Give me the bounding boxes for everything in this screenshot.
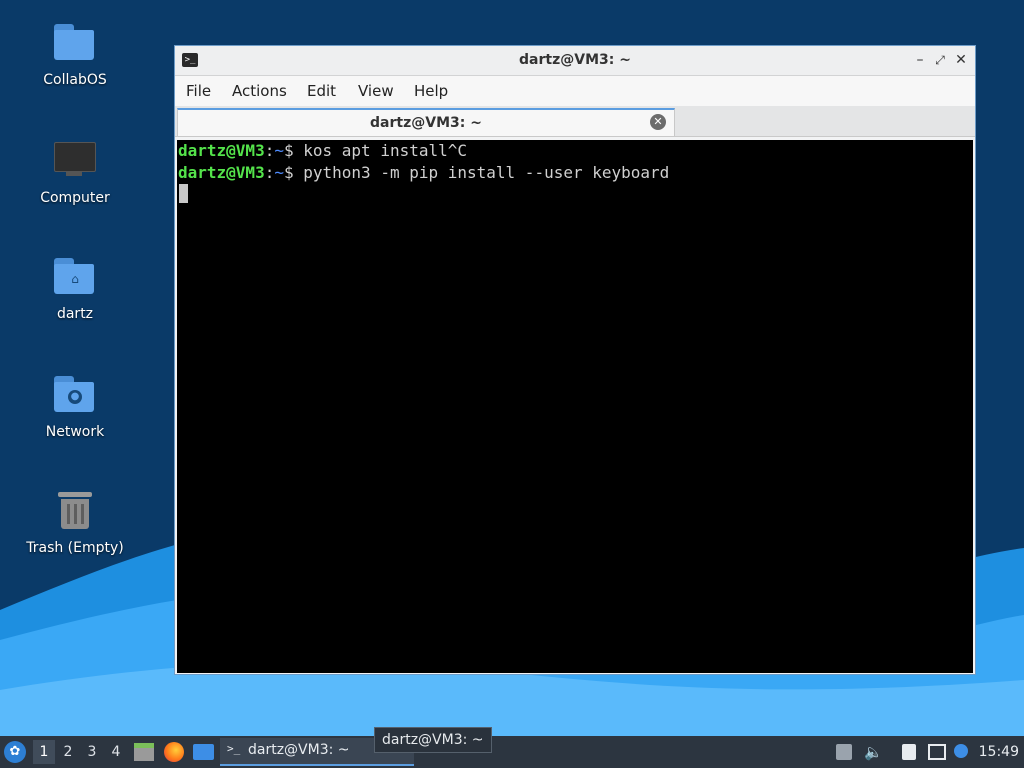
prompt-user: dartz@VM3 xyxy=(178,141,265,160)
command-text: python3 -m pip install --user keyboard xyxy=(303,163,670,182)
desktop-icon-label: Network xyxy=(45,424,105,440)
close-button[interactable]: ✕ xyxy=(952,51,970,69)
prompt-separator: : xyxy=(264,163,275,182)
computer-icon xyxy=(52,140,98,186)
menu-help[interactable]: Help xyxy=(414,82,448,100)
network-folder-icon: ● xyxy=(52,374,98,420)
workspace-1[interactable]: 1 xyxy=(33,740,55,764)
workspace-4[interactable]: 4 xyxy=(105,740,127,764)
desktop-icon-trash[interactable]: Trash (Empty) xyxy=(20,490,130,556)
maximize-button[interactable]: ⤢ xyxy=(931,51,949,69)
workspace-2[interactable]: 2 xyxy=(57,740,79,764)
file-manager-icon[interactable] xyxy=(134,743,154,761)
terminal-window[interactable]: >_ dartz@VM3: ~ – ⤢ ✕ File Actions Edit … xyxy=(174,45,976,675)
prompt-symbol: $ xyxy=(283,141,304,160)
clipboard-icon[interactable] xyxy=(902,744,916,760)
desktop-icon-label: Computer xyxy=(40,190,110,206)
lxqt-start-icon[interactable]: ✿ xyxy=(4,741,26,763)
menu-file[interactable]: File xyxy=(186,82,211,100)
trash-icon xyxy=(52,490,98,536)
clock[interactable]: 15:49 xyxy=(979,736,1019,768)
terminal-icon: >_ xyxy=(227,742,241,755)
prompt-path: ~ xyxy=(274,141,284,160)
window-titlebar[interactable]: >_ dartz@VM3: ~ – ⤢ ✕ xyxy=(175,46,975,76)
prompt-path: ~ xyxy=(274,163,284,182)
desktop: CollabOS Computer ⌂ dartz ● Network Tras… xyxy=(0,0,1024,736)
tab-label: dartz@VM3: ~ xyxy=(370,115,482,131)
prompt-user: dartz@VM3 xyxy=(178,163,265,182)
desktop-icon-collabos[interactable]: CollabOS xyxy=(20,22,130,88)
desktop-icon-network[interactable]: ● Network xyxy=(20,374,130,440)
terminal-output[interactable]: dartz@VM3:~$ kos apt install^C dartz@VM3… xyxy=(177,140,973,673)
task-label: dartz@VM3: ~ xyxy=(248,742,350,758)
window-title: dartz@VM3: ~ xyxy=(519,52,631,68)
desktop-icon-label: Trash (Empty) xyxy=(26,540,124,556)
menu-bar: File Actions Edit View Help xyxy=(175,76,975,106)
desktop-icon-label: dartz xyxy=(56,306,94,322)
folder-icon xyxy=(52,22,98,68)
prompt-separator: : xyxy=(264,141,275,160)
show-desktop-icon[interactable] xyxy=(193,744,214,760)
terminal-line: dartz@VM3:~$ python3 -m pip install --us… xyxy=(178,162,669,184)
tab-bar: dartz@VM3: ~ ✕ xyxy=(175,106,975,137)
tab-close-icon[interactable]: ✕ xyxy=(650,114,666,130)
command-text: kos apt install^C xyxy=(303,141,468,160)
volume-icon[interactable]: 🔈 xyxy=(864,744,883,760)
text-cursor xyxy=(179,184,188,203)
desktop-icon-dartz[interactable]: ⌂ dartz xyxy=(20,256,130,322)
terminal-tab[interactable]: dartz@VM3: ~ ✕ xyxy=(177,108,675,136)
desktop-icon-label: CollabOS xyxy=(43,72,107,88)
updates-icon[interactable] xyxy=(836,744,852,760)
taskbar-tooltip: dartz@VM3: ~ xyxy=(374,727,492,753)
firefox-icon[interactable] xyxy=(164,742,184,762)
menu-edit[interactable]: Edit xyxy=(307,82,336,100)
taskbar: ✿ 1 2 3 4 >_ dartz@VM3: ~ 🔈 15:49 xyxy=(0,736,1024,768)
network-icon[interactable] xyxy=(928,744,946,760)
minimize-button[interactable]: – xyxy=(911,51,929,69)
home-folder-icon: ⌂ xyxy=(52,256,98,302)
terminal-line: dartz@VM3:~$ kos apt install^C xyxy=(178,140,467,162)
workspace-3[interactable]: 3 xyxy=(81,740,103,764)
prompt-symbol: $ xyxy=(283,163,304,182)
menu-actions[interactable]: Actions xyxy=(232,82,287,100)
notification-icon[interactable] xyxy=(954,744,968,758)
desktop-icon-computer[interactable]: Computer xyxy=(20,140,130,206)
menu-view[interactable]: View xyxy=(358,82,394,100)
